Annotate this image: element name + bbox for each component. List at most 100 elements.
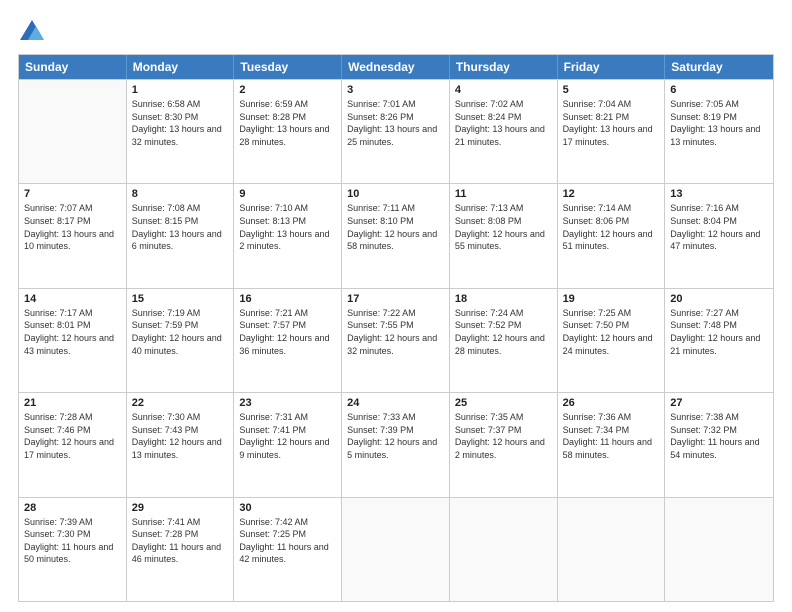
header — [18, 18, 774, 46]
day-number: 28 — [24, 502, 121, 514]
cell-info: Sunrise: 7:39 AM Sunset: 7:30 PM Dayligh… — [24, 516, 121, 566]
day-number: 29 — [132, 502, 229, 514]
day-number: 10 — [347, 188, 444, 200]
calendar-cell: 3 Sunrise: 7:01 AM Sunset: 8:26 PM Daylig… — [342, 80, 450, 183]
day-number: 23 — [239, 397, 336, 409]
calendar-cell: 23 Sunrise: 7:31 AM Sunset: 7:41 PM Dayli… — [234, 393, 342, 496]
cell-info: Sunrise: 7:05 AM Sunset: 8:19 PM Dayligh… — [670, 98, 768, 148]
calendar-cell: 29 Sunrise: 7:41 AM Sunset: 7:28 PM Dayli… — [127, 498, 235, 601]
cell-info: Sunrise: 7:01 AM Sunset: 8:26 PM Dayligh… — [347, 98, 444, 148]
calendar-cell: 27 Sunrise: 7:38 AM Sunset: 7:32 PM Dayli… — [665, 393, 773, 496]
calendar-header-day: Monday — [127, 55, 235, 79]
cell-info: Sunrise: 7:02 AM Sunset: 8:24 PM Dayligh… — [455, 98, 552, 148]
cell-info: Sunrise: 7:36 AM Sunset: 7:34 PM Dayligh… — [563, 411, 660, 461]
calendar-cell: 25 Sunrise: 7:35 AM Sunset: 7:37 PM Dayli… — [450, 393, 558, 496]
calendar-cell: 11 Sunrise: 7:13 AM Sunset: 8:08 PM Dayli… — [450, 184, 558, 287]
day-number: 7 — [24, 188, 121, 200]
calendar-week-row: 14Sunrise: 7:17 AM Sunset: 8:01 PM Dayli… — [19, 288, 773, 392]
calendar-cell: 12 Sunrise: 7:14 AM Sunset: 8:06 PM Dayli… — [558, 184, 666, 287]
cell-info: Sunrise: 7:21 AM Sunset: 7:57 PM Dayligh… — [239, 307, 336, 357]
calendar-body: 1 Sunrise: 6:58 AM Sunset: 8:30 PM Daylig… — [19, 79, 773, 601]
page: SundayMondayTuesdayWednesdayThursdayFrid… — [0, 0, 792, 612]
cell-info: Sunrise: 7:08 AM Sunset: 8:15 PM Dayligh… — [132, 202, 229, 252]
cell-info: Sunrise: 7:38 AM Sunset: 7:32 PM Dayligh… — [670, 411, 768, 461]
cell-info: Sunrise: 7:07 AM Sunset: 8:17 PM Dayligh… — [24, 202, 121, 252]
cell-info: Sunrise: 6:59 AM Sunset: 8:28 PM Dayligh… — [239, 98, 336, 148]
calendar-cell: 28 Sunrise: 7:39 AM Sunset: 7:30 PM Dayli… — [19, 498, 127, 601]
calendar-cell: 14Sunrise: 7:17 AM Sunset: 8:01 PM Dayli… — [19, 289, 127, 392]
cell-info: Sunrise: 7:25 AM Sunset: 7:50 PM Dayligh… — [563, 307, 660, 357]
day-number: 6 — [670, 84, 768, 96]
cell-info: Sunrise: 7:35 AM Sunset: 7:37 PM Dayligh… — [455, 411, 552, 461]
calendar-cell: 5Sunrise: 7:04 AM Sunset: 8:21 PM Daylig… — [558, 80, 666, 183]
calendar-cell: 15 Sunrise: 7:19 AM Sunset: 7:59 PM Dayli… — [127, 289, 235, 392]
day-number: 20 — [670, 293, 768, 305]
day-number: 21 — [24, 397, 121, 409]
cell-info: Sunrise: 7:13 AM Sunset: 8:08 PM Dayligh… — [455, 202, 552, 252]
calendar-cell: 17 Sunrise: 7:22 AM Sunset: 7:55 PM Dayli… — [342, 289, 450, 392]
calendar-cell: 1 Sunrise: 6:58 AM Sunset: 8:30 PM Daylig… — [127, 80, 235, 183]
calendar-cell: 22Sunrise: 7:30 AM Sunset: 7:43 PM Dayli… — [127, 393, 235, 496]
calendar-header-day: Thursday — [450, 55, 558, 79]
calendar-week-row: 28 Sunrise: 7:39 AM Sunset: 7:30 PM Dayli… — [19, 497, 773, 601]
calendar-cell: 26 Sunrise: 7:36 AM Sunset: 7:34 PM Dayli… — [558, 393, 666, 496]
calendar-cell: 4 Sunrise: 7:02 AM Sunset: 8:24 PM Daylig… — [450, 80, 558, 183]
calendar-cell: 19 Sunrise: 7:25 AM Sunset: 7:50 PM Dayli… — [558, 289, 666, 392]
cell-info: Sunrise: 7:10 AM Sunset: 8:13 PM Dayligh… — [239, 202, 336, 252]
day-number: 12 — [563, 188, 660, 200]
calendar-cell — [450, 498, 558, 601]
calendar-cell: 13 Sunrise: 7:16 AM Sunset: 8:04 PM Dayli… — [665, 184, 773, 287]
cell-info: Sunrise: 7:17 AM Sunset: 8:01 PM Dayligh… — [24, 307, 121, 357]
cell-info: Sunrise: 7:24 AM Sunset: 7:52 PM Dayligh… — [455, 307, 552, 357]
calendar-header-day: Friday — [558, 55, 666, 79]
calendar-week-row: 1 Sunrise: 6:58 AM Sunset: 8:30 PM Daylig… — [19, 79, 773, 183]
calendar-header-day: Wednesday — [342, 55, 450, 79]
cell-info: Sunrise: 6:58 AM Sunset: 8:30 PM Dayligh… — [132, 98, 229, 148]
day-number: 26 — [563, 397, 660, 409]
cell-info: Sunrise: 7:11 AM Sunset: 8:10 PM Dayligh… — [347, 202, 444, 252]
cell-info: Sunrise: 7:14 AM Sunset: 8:06 PM Dayligh… — [563, 202, 660, 252]
day-number: 13 — [670, 188, 768, 200]
day-number: 25 — [455, 397, 552, 409]
calendar-cell: 16 Sunrise: 7:21 AM Sunset: 7:57 PM Dayli… — [234, 289, 342, 392]
cell-info: Sunrise: 7:33 AM Sunset: 7:39 PM Dayligh… — [347, 411, 444, 461]
day-number: 9 — [239, 188, 336, 200]
day-number: 15 — [132, 293, 229, 305]
calendar-week-row: 21 Sunrise: 7:28 AM Sunset: 7:46 PM Dayli… — [19, 392, 773, 496]
calendar-cell: 10 Sunrise: 7:11 AM Sunset: 8:10 PM Dayli… — [342, 184, 450, 287]
calendar-cell: 30Sunrise: 7:42 AM Sunset: 7:25 PM Dayli… — [234, 498, 342, 601]
day-number: 17 — [347, 293, 444, 305]
day-number: 3 — [347, 84, 444, 96]
calendar-cell — [558, 498, 666, 601]
cell-info: Sunrise: 7:41 AM Sunset: 7:28 PM Dayligh… — [132, 516, 229, 566]
calendar-cell — [665, 498, 773, 601]
day-number: 2 — [239, 84, 336, 96]
day-number: 24 — [347, 397, 444, 409]
calendar: SundayMondayTuesdayWednesdayThursdayFrid… — [18, 54, 774, 602]
day-number: 11 — [455, 188, 552, 200]
calendar-cell — [342, 498, 450, 601]
logo-icon — [18, 18, 46, 46]
calendar-cell: 8 Sunrise: 7:08 AM Sunset: 8:15 PM Daylig… — [127, 184, 235, 287]
day-number: 1 — [132, 84, 229, 96]
calendar-cell: 9 Sunrise: 7:10 AM Sunset: 8:13 PM Daylig… — [234, 184, 342, 287]
calendar-header-day: Tuesday — [234, 55, 342, 79]
day-number: 18 — [455, 293, 552, 305]
day-number: 8 — [132, 188, 229, 200]
day-number: 27 — [670, 397, 768, 409]
cell-info: Sunrise: 7:22 AM Sunset: 7:55 PM Dayligh… — [347, 307, 444, 357]
cell-info: Sunrise: 7:04 AM Sunset: 8:21 PM Dayligh… — [563, 98, 660, 148]
cell-info: Sunrise: 7:28 AM Sunset: 7:46 PM Dayligh… — [24, 411, 121, 461]
cell-info: Sunrise: 7:31 AM Sunset: 7:41 PM Dayligh… — [239, 411, 336, 461]
cell-info: Sunrise: 7:19 AM Sunset: 7:59 PM Dayligh… — [132, 307, 229, 357]
day-number: 19 — [563, 293, 660, 305]
calendar-header-day: Saturday — [665, 55, 773, 79]
calendar-cell: 2 Sunrise: 6:59 AM Sunset: 8:28 PM Daylig… — [234, 80, 342, 183]
cell-info: Sunrise: 7:42 AM Sunset: 7:25 PM Dayligh… — [239, 516, 336, 566]
day-number: 4 — [455, 84, 552, 96]
cell-info: Sunrise: 7:16 AM Sunset: 8:04 PM Dayligh… — [670, 202, 768, 252]
cell-info: Sunrise: 7:27 AM Sunset: 7:48 PM Dayligh… — [670, 307, 768, 357]
calendar-week-row: 7 Sunrise: 7:07 AM Sunset: 8:17 PM Daylig… — [19, 183, 773, 287]
calendar-cell: 6 Sunrise: 7:05 AM Sunset: 8:19 PM Daylig… — [665, 80, 773, 183]
day-number: 16 — [239, 293, 336, 305]
